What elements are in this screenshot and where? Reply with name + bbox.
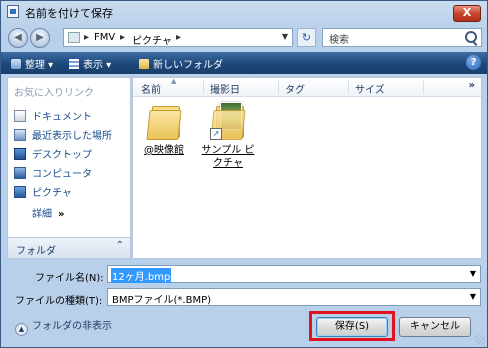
chevron-down-icon[interactable]: ▼ xyxy=(470,292,476,301)
filetype-value: BMPファイル(*.BMP) xyxy=(112,295,212,306)
address-bar[interactable]: ▸ FMV ▸ ピクチャ ▸ ▼ xyxy=(63,28,293,47)
search-icon[interactable] xyxy=(465,31,477,43)
save-button[interactable]: 保存(S) xyxy=(316,317,388,337)
search-placeholder: 検索 xyxy=(329,35,349,46)
view-label: 表示 xyxy=(83,60,103,71)
dialog-title: 名前を付けて保存 xyxy=(25,7,113,20)
folder-location-icon xyxy=(68,32,80,43)
more-columns-icon[interactable]: » xyxy=(469,80,475,91)
organize-icon xyxy=(11,59,21,69)
filename-value[interactable]: 12ヶ月.bmp xyxy=(111,268,172,283)
refresh-button[interactable]: ↻ xyxy=(297,28,316,47)
column-header: 名前 ▲ 撮影日 タグ サイズ » xyxy=(133,77,481,97)
column-date-taken[interactable]: 撮影日 xyxy=(210,81,240,96)
column-size[interactable]: サイズ xyxy=(355,81,385,96)
breadcrumb-pictures[interactable]: ピクチャ xyxy=(132,32,172,47)
recent-places-icon xyxy=(14,129,26,141)
column-divider[interactable] xyxy=(278,80,279,94)
organize-label: 整理 xyxy=(25,60,45,71)
new-folder-icon xyxy=(139,59,149,69)
nav-item-computer[interactable]: コンピュータ xyxy=(14,165,92,181)
crumb-separator: ▸ xyxy=(84,32,90,43)
nav-item-label: ドキュメント xyxy=(32,112,92,123)
dialog-app-icon xyxy=(7,5,19,18)
folder-front-shape xyxy=(146,110,182,140)
computer-icon xyxy=(14,167,26,179)
folder-item-sample-pictures[interactable]: ↗ サンプル ピ クチャ xyxy=(197,100,259,170)
nav-item-recent-places[interactable]: 最近表示した場所 xyxy=(14,127,112,143)
desktop-icon xyxy=(14,148,26,160)
filetype-select[interactable]: BMPファイル(*.BMP) ▼ xyxy=(107,288,481,306)
view-menu[interactable]: 表示 ▾ xyxy=(69,56,111,71)
new-folder-button[interactable]: 新しいフォルダ xyxy=(139,56,223,71)
more-chevron-icon: » xyxy=(58,209,65,220)
folder-name-line1: サンプル ピ xyxy=(201,145,255,156)
chevron-down-icon[interactable]: ▼ xyxy=(470,269,476,278)
folder-icon xyxy=(146,100,182,140)
column-divider[interactable] xyxy=(423,80,424,94)
filename-label: ファイル名(N): xyxy=(35,273,104,284)
address-dropdown-icon[interactable]: ▼ xyxy=(282,32,288,41)
save-as-dialog: 名前を付けて保存 X ◀ ▶ ▸ FMV ▸ ピクチャ ▸ ▼ ↻ 検索 整理 … xyxy=(0,0,488,348)
search-input[interactable]: 検索 xyxy=(322,28,482,47)
hide-folders-toggle[interactable]: ▲ フォルダの非表示 xyxy=(15,317,112,336)
cancel-button[interactable]: キャンセル xyxy=(399,317,471,337)
close-button[interactable]: X xyxy=(453,5,481,22)
collapse-up-icon: ▲ xyxy=(15,323,28,336)
back-button[interactable]: ◀ xyxy=(8,28,28,48)
file-list: 名前 ▲ 撮影日 タグ サイズ » @映像館 ↗ サンプル ピ クチャ xyxy=(132,77,482,259)
forward-button[interactable]: ▶ xyxy=(30,28,50,48)
favorites-header: お気に入りリンク xyxy=(14,88,94,99)
forward-arrow-icon: ▶ xyxy=(36,32,44,43)
nav-item-pictures[interactable]: ピクチャ xyxy=(14,184,72,200)
folder-name: サンプル ピ クチャ xyxy=(197,144,259,170)
back-arrow-icon: ◀ xyxy=(14,32,22,43)
nav-item-label: デスクトップ xyxy=(32,150,92,161)
new-folder-label: 新しいフォルダ xyxy=(153,60,223,71)
folder-name: @映像館 xyxy=(144,145,184,156)
sort-ascending-icon: ▲ xyxy=(171,77,177,85)
command-toolbar: 整理 ▾ 表示 ▾ 新しいフォルダ ? xyxy=(1,52,487,74)
folder-shortcut-icon: ↗ xyxy=(210,100,246,140)
more-links[interactable]: 詳細 » xyxy=(32,205,64,220)
breadcrumb-fmv[interactable]: FMV xyxy=(94,32,115,43)
folders-label: フォルダ xyxy=(16,246,56,257)
help-icon[interactable]: ? xyxy=(466,55,481,70)
organize-menu[interactable]: 整理 ▾ xyxy=(11,56,53,71)
documents-icon xyxy=(14,110,26,122)
nav-item-documents[interactable]: ドキュメント xyxy=(14,108,92,124)
nav-item-label: 最近表示した場所 xyxy=(32,131,112,142)
address-row: ◀ ▶ ▸ FMV ▸ ピクチャ ▸ ▼ ↻ 検索 xyxy=(1,25,487,51)
navigation-pane: お気に入りリンク ドキュメント 最近表示した場所 デスクトップ コンピュータ ピ… xyxy=(7,77,131,259)
filetype-label: ファイルの種類(T): xyxy=(15,296,103,307)
more-label: 詳細 xyxy=(32,209,52,220)
resize-grip[interactable] xyxy=(475,335,485,345)
crumb-separator: ▸ xyxy=(120,32,126,43)
folder-item-eizokan[interactable]: @映像館 xyxy=(133,100,195,157)
folder-name-line2: クチャ xyxy=(213,158,243,169)
view-icon xyxy=(69,59,79,69)
folders-bar[interactable]: フォルダ ⌃ xyxy=(8,237,130,258)
column-divider[interactable] xyxy=(348,80,349,94)
hide-folders-label: フォルダの非表示 xyxy=(32,321,112,332)
column-divider[interactable] xyxy=(203,80,204,94)
refresh-icon: ↻ xyxy=(301,31,312,44)
title-bar[interactable]: 名前を付けて保存 X xyxy=(1,1,487,23)
shortcut-arrow-icon: ↗ xyxy=(210,128,222,140)
column-name[interactable]: 名前 xyxy=(141,81,161,96)
nav-item-label: ピクチャ xyxy=(32,188,72,199)
column-tags[interactable]: タグ xyxy=(285,81,305,96)
pictures-icon xyxy=(14,186,26,198)
filename-input[interactable]: 12ヶ月.bmp ▼ xyxy=(107,265,481,283)
nav-item-label: コンピュータ xyxy=(32,169,92,180)
crumb-separator: ▸ xyxy=(176,32,182,43)
chevron-up-icon: ⌃ xyxy=(115,240,124,251)
nav-item-desktop[interactable]: デスクトップ xyxy=(14,146,92,162)
